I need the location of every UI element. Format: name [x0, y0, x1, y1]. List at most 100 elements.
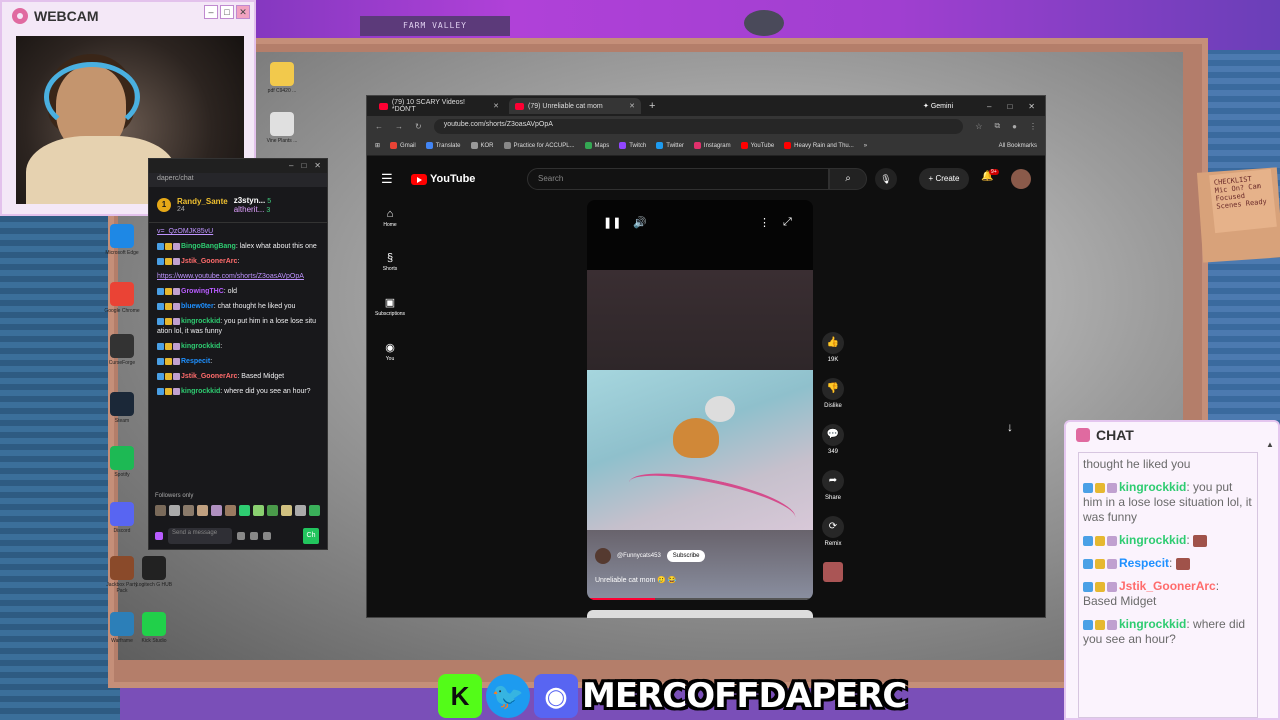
- close-button[interactable]: ✕: [236, 5, 250, 19]
- tab-scary-videos[interactable]: (79) 10 SCARY Videos! *DON'T ✕: [373, 98, 505, 114]
- chat-username[interactable]: BingoBangBang: [181, 243, 236, 250]
- fullscreen-icon[interactable]: ⤢: [783, 216, 792, 229]
- scroll-up-icon[interactable]: ▲: [1266, 440, 1276, 449]
- next-video-arrow-icon[interactable]: ↓: [1007, 420, 1013, 434]
- bookmark-item[interactable]: Translate: [425, 142, 461, 149]
- bookmark-item[interactable]: Twitch: [619, 142, 646, 149]
- voice-search-button[interactable]: 🎙: [875, 168, 897, 190]
- emote-icon[interactable]: [295, 505, 306, 516]
- chat-username[interactable]: kingrockkid: [181, 343, 220, 350]
- star-icon[interactable]: ☆: [975, 122, 982, 131]
- back-icon[interactable]: ←: [375, 122, 383, 131]
- desktop-icon[interactable]: Vine Plants ...: [262, 112, 302, 144]
- points-icon[interactable]: [250, 532, 258, 540]
- emote-icon[interactable]: [239, 505, 250, 516]
- minimize-button[interactable]: –: [204, 5, 218, 19]
- channel-avatar[interactable]: [595, 548, 611, 564]
- bookmark-item[interactable]: Heavy Rain and Thu...: [784, 142, 854, 149]
- next-short-preview[interactable]: [587, 610, 813, 618]
- bookmark-item[interactable]: Instagram: [693, 142, 731, 149]
- third-name[interactable]: altherit...: [234, 205, 265, 214]
- dislike-button[interactable]: 👎 Dislike: [819, 378, 847, 409]
- like-button[interactable]: 👍 19K: [819, 332, 847, 363]
- sidebar-item-shorts[interactable]: § Shorts: [373, 252, 407, 272]
- emote-icon[interactable]: [183, 505, 194, 516]
- desktop-icon[interactable]: Spotify: [102, 446, 142, 478]
- forward-icon[interactable]: →: [395, 122, 403, 131]
- create-button[interactable]: + Create: [919, 168, 969, 190]
- channel-name[interactable]: @Funnycats453: [617, 553, 661, 559]
- tab-close-icon[interactable]: ✕: [629, 102, 635, 110]
- desktop-icon[interactable]: Discord: [102, 502, 142, 534]
- emote-icon[interactable]: [155, 505, 166, 516]
- more-menu-icon[interactable]: ⋮: [1029, 122, 1037, 131]
- chat-username[interactable]: Respecit: [181, 358, 210, 365]
- search-input[interactable]: Search: [527, 168, 829, 190]
- close-button[interactable]: ✕: [314, 161, 321, 171]
- maximize-button[interactable]: □: [220, 5, 234, 19]
- volume-icon[interactable]: 🔊: [633, 216, 647, 229]
- chat-link[interactable]: https://www.youtube.com/shorts/Z3oasAVpO…: [157, 273, 304, 280]
- youtube-logo[interactable]: YouTube: [411, 173, 475, 185]
- chat-username[interactable]: kingrockkid: [181, 318, 220, 325]
- desktop-icon[interactable]: Kick Studio: [134, 612, 174, 644]
- extensions-icon[interactable]: ⧉: [994, 121, 1000, 131]
- address-bar[interactable]: youtube.com/shorts/Z3oasAVpOpA: [433, 118, 964, 134]
- chat-username[interactable]: bluew0ter: [181, 303, 214, 310]
- reload-icon[interactable]: ↻: [415, 122, 422, 131]
- maximize-button[interactable]: □: [301, 161, 306, 171]
- short-progress-bar[interactable]: [587, 598, 813, 600]
- bookmark-item[interactable]: Twitter: [656, 142, 684, 149]
- emote-icon[interactable]: [197, 505, 208, 516]
- emote-icon[interactable]: [267, 505, 278, 516]
- chat-link[interactable]: v=_QzOMJK85vU: [157, 228, 213, 235]
- bookmark-item[interactable]: Gmail: [390, 142, 416, 149]
- account-avatar[interactable]: [1011, 169, 1031, 189]
- sidebar-item-you[interactable]: ◉ You: [373, 341, 407, 362]
- desktop-icon[interactable]: pdf C9420 ...: [262, 62, 302, 94]
- emote-icon[interactable]: [253, 505, 264, 516]
- chat-input[interactable]: Send a message: [168, 528, 232, 544]
- chat-username[interactable]: Jstik_GoonerArc: [181, 373, 237, 380]
- bookmarks-overflow-icon[interactable]: »: [864, 143, 867, 149]
- bookmark-item[interactable]: Maps: [584, 142, 609, 149]
- remix-button[interactable]: ⟳ Remix: [819, 516, 847, 547]
- emote-icon[interactable]: [169, 505, 180, 516]
- desktop-icon[interactable]: Logitech G HUB: [134, 556, 174, 588]
- desktop-icon[interactable]: Microsoft Edge: [102, 224, 142, 256]
- chat-username[interactable]: Jstik_GoonerArc: [181, 258, 237, 265]
- settings-icon[interactable]: [263, 532, 271, 540]
- tab-unreliable-cat-mom[interactable]: (79) Unreliable cat mom ✕: [509, 98, 641, 114]
- sidebar-item-subscriptions[interactable]: ▣ Subscriptions: [373, 296, 407, 317]
- emote-icon[interactable]: [225, 505, 236, 516]
- desktop-icon[interactable]: Steam: [102, 392, 142, 424]
- sidebar-item-home[interactable]: ⌂ Home: [373, 208, 407, 228]
- bookmark-item[interactable]: KOR: [470, 142, 494, 149]
- emote-icon[interactable]: [309, 505, 320, 516]
- bookmark-item[interactable]: YouTube: [740, 142, 774, 149]
- hamburger-menu-icon[interactable]: ☰: [381, 171, 401, 187]
- apps-grid-icon[interactable]: ⊞: [375, 142, 380, 149]
- tab-close-icon[interactable]: ✕: [493, 102, 499, 110]
- second-name[interactable]: z3styn...: [234, 196, 266, 205]
- bits-icon[interactable]: [155, 532, 163, 540]
- all-bookmarks-button[interactable]: All Bookmarks: [999, 143, 1037, 149]
- more-options-icon[interactable]: ⋮: [759, 216, 770, 229]
- gemini-button[interactable]: ✦ Gemini: [923, 102, 953, 110]
- short-video-player[interactable]: ❚❚ 🔊 ⋮ ⤢ @Funnycats453 Subscribe Unrelia…: [587, 200, 813, 600]
- desktop-icon[interactable]: CurseForge: [102, 334, 142, 366]
- new-tab-button[interactable]: +: [649, 100, 655, 112]
- chat-username[interactable]: GrowingTHC: [181, 288, 224, 295]
- chat-send-button[interactable]: Ch: [303, 528, 319, 544]
- maximize-button[interactable]: □: [1007, 102, 1012, 111]
- emote-picker-icon[interactable]: [237, 532, 245, 540]
- short-caption[interactable]: Unreliable cat mom 🥲 😂: [595, 576, 677, 584]
- minimize-button[interactable]: –: [987, 102, 991, 111]
- comments-button[interactable]: 💬 349: [819, 424, 847, 455]
- search-button[interactable]: ⌕: [829, 168, 867, 190]
- close-button[interactable]: ✕: [1028, 102, 1035, 111]
- bookmark-item[interactable]: Practice for ACCUPL...: [503, 142, 575, 149]
- minimize-button[interactable]: –: [289, 161, 293, 171]
- desktop-icon[interactable]: Google Chrome: [102, 282, 142, 314]
- audio-thumbnail[interactable]: [823, 562, 843, 582]
